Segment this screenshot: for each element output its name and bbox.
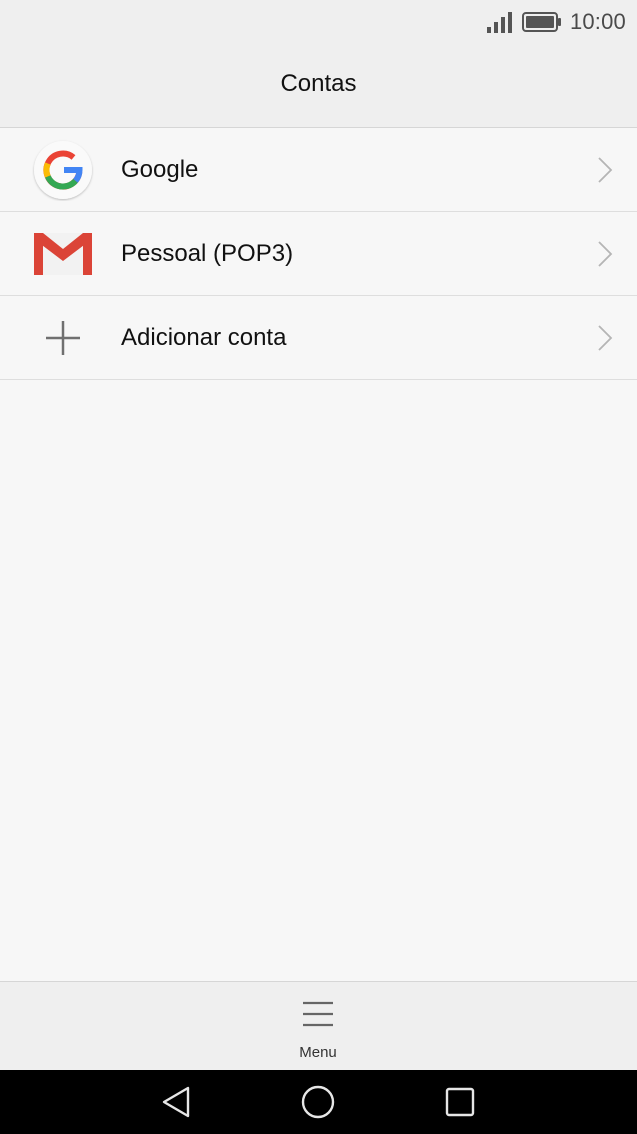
app-header: Contas: [0, 44, 637, 128]
menu-button[interactable]: Menu: [268, 982, 368, 1071]
status-indicators: 10:00: [486, 8, 626, 36]
account-label-pop3: Pessoal (POP3): [121, 239, 294, 267]
status-time: 10:00: [569, 9, 626, 34]
battery-icon: [521, 12, 561, 32]
account-list: Google Pessoal (POP3) Adicionar conta: [0, 128, 637, 380]
menu-label: Menu: [299, 1044, 337, 1061]
chevron-right-icon: [598, 156, 613, 183]
chevron-right-icon: [598, 324, 613, 351]
gmail-icon: [32, 223, 94, 285]
status-bar: 10:00: [0, 0, 637, 44]
account-row-google[interactable]: Google: [0, 128, 637, 212]
hamburger-icon: [303, 1001, 333, 1027]
bottom-action-bar: Menu: [0, 981, 637, 1071]
signal-icon: [486, 12, 512, 33]
chevron-right-icon: [598, 240, 613, 267]
account-row-pop3[interactable]: Pessoal (POP3): [0, 212, 637, 296]
recents-icon[interactable]: [442, 1084, 478, 1120]
plus-icon: [32, 307, 94, 369]
system-nav-bar: [0, 1070, 637, 1134]
add-account-row[interactable]: Adicionar conta: [0, 296, 637, 380]
google-icon: [32, 139, 94, 201]
page-title: Contas: [280, 69, 357, 97]
account-label-google: Google: [121, 155, 199, 183]
back-icon[interactable]: [159, 1084, 195, 1120]
home-icon[interactable]: [300, 1084, 336, 1120]
add-account-label: Adicionar conta: [121, 323, 287, 351]
